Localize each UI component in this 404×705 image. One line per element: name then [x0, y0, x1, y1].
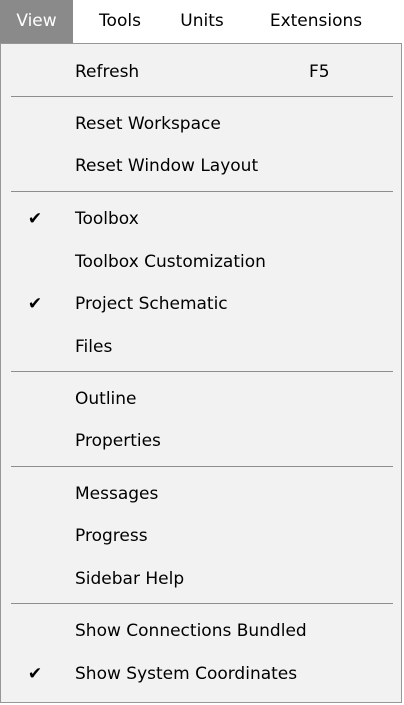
- checkmark-icon: ✔: [27, 294, 43, 314]
- menu-separator: [11, 371, 393, 372]
- menu-item-outline[interactable]: Outline: [1, 378, 401, 420]
- menu-item-reset-window-layout[interactable]: Reset Window Layout: [1, 145, 401, 187]
- menu-item-properties[interactable]: Properties: [1, 420, 401, 462]
- menu-separator: [11, 96, 393, 97]
- menu-item-progress[interactable]: Progress: [1, 515, 401, 557]
- menu-item-files[interactable]: Files: [1, 326, 401, 368]
- menu-bar: View Tools Units Extensions: [0, 0, 404, 43]
- menu-item-label: Reset Workspace: [75, 114, 221, 134]
- menu-tools[interactable]: Tools: [88, 0, 152, 43]
- menu-item-label: Show Connections Bundled: [75, 621, 307, 641]
- menu-item-label: Sidebar Help: [75, 569, 185, 589]
- menu-item-shortcut: F5: [309, 62, 330, 82]
- menu-separator: [11, 466, 393, 467]
- menu-item-label: Show System Coordinates: [75, 664, 298, 684]
- menu-item-label: Toolbox: [75, 209, 139, 229]
- menu-item-toolbox-customization[interactable]: Toolbox Customization: [1, 241, 401, 283]
- menu-item-label: Project Schematic: [75, 294, 228, 314]
- menu-item-reset-workspace[interactable]: Reset Workspace: [1, 103, 401, 145]
- menu-item-label: Toolbox Customization: [75, 252, 266, 272]
- menu-item-refresh[interactable]: Refresh F5: [1, 51, 401, 93]
- checkmark-icon: ✔: [27, 209, 43, 229]
- menu-separator: [11, 603, 393, 604]
- menu-item-project-schematic[interactable]: ✔ Project Schematic: [1, 283, 401, 325]
- menu-item-messages[interactable]: Messages: [1, 473, 401, 515]
- menu-item-label: Progress: [75, 526, 148, 546]
- menu-item-sidebar-help[interactable]: Sidebar Help: [1, 558, 401, 600]
- menu-view[interactable]: View: [0, 0, 73, 43]
- menu-item-label: Outline: [75, 389, 137, 409]
- menu-extensions[interactable]: Extensions: [252, 0, 380, 43]
- menu-units[interactable]: Units: [170, 0, 234, 43]
- menu-item-toolbox[interactable]: ✔ Toolbox: [1, 198, 401, 240]
- menu-item-label: Refresh: [75, 62, 140, 82]
- menu-item-label: Properties: [75, 431, 161, 451]
- menu-separator: [11, 191, 393, 192]
- view-dropdown-menu: Refresh F5 Reset Workspace Reset Window …: [0, 43, 402, 703]
- menu-item-label: Files: [75, 337, 113, 357]
- menu-item-show-connections-bundled[interactable]: Show Connections Bundled: [1, 610, 401, 652]
- menu-item-label: Messages: [75, 484, 159, 504]
- menu-item-label: Reset Window Layout: [75, 156, 259, 176]
- checkmark-icon: ✔: [27, 664, 43, 684]
- menu-item-show-system-coordinates[interactable]: ✔ Show System Coordinates: [1, 653, 401, 695]
